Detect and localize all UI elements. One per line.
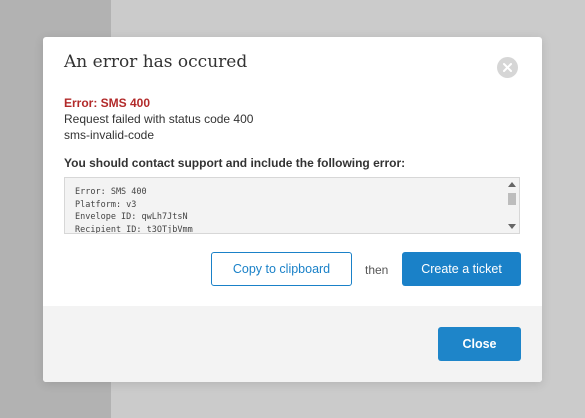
- dialog-title: An error has occured: [64, 52, 248, 72]
- error-title: Error: SMS 400: [64, 96, 151, 110]
- close-circle-icon[interactable]: [497, 57, 518, 78]
- scrollbar-thumb[interactable]: [508, 193, 516, 205]
- scroll-up-arrow-icon[interactable]: [508, 182, 516, 187]
- error-dialog: An error has occured Error: SMS 400 Requ…: [43, 37, 542, 382]
- error-details-textarea[interactable]: Error: SMS 400 Platform: v3 Envelope ID:…: [64, 177, 520, 234]
- error-message: Request failed with status code 400: [64, 112, 254, 126]
- support-instruction: You should contact support and include t…: [64, 156, 406, 170]
- then-label: then: [365, 263, 389, 277]
- create-ticket-button[interactable]: Create a ticket: [402, 252, 521, 286]
- details-scrollbar[interactable]: [505, 178, 519, 233]
- copy-to-clipboard-button[interactable]: Copy to clipboard: [211, 252, 352, 286]
- scroll-down-arrow-icon[interactable]: [508, 224, 516, 229]
- error-details-text: Error: SMS 400 Platform: v3 Envelope ID:…: [75, 187, 193, 234]
- error-code: sms-invalid-code: [64, 128, 155, 142]
- close-button[interactable]: Close: [438, 327, 521, 361]
